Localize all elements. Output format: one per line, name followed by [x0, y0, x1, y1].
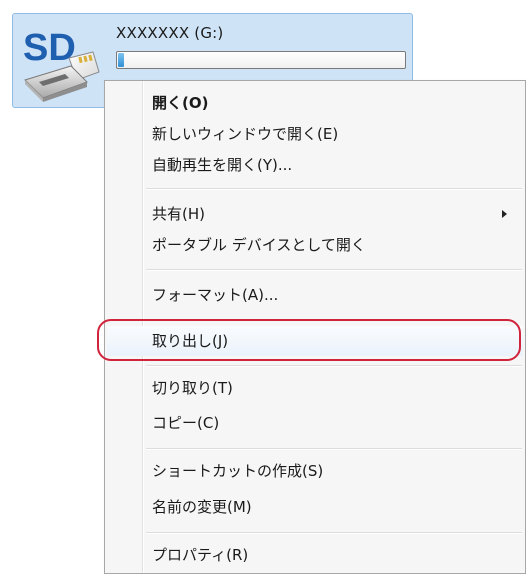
- menu-item-label: ポータブル デバイスとして開く: [152, 236, 366, 254]
- menu-item-properties[interactable]: プロパティ(R): [107, 540, 523, 570]
- menu-item-format[interactable]: フォーマット(A)...: [107, 280, 523, 310]
- menu-item-label: 自動再生を開く(Y)...: [152, 156, 293, 174]
- menu-item-open-as-portable-device[interactable]: ポータブル デバイスとして開く: [107, 230, 523, 260]
- menu-item-label: 共有(H): [152, 205, 205, 223]
- drive-name: XXXXXXX (G:): [116, 24, 224, 42]
- menu-item-share[interactable]: 共有(H): [107, 199, 523, 229]
- menu-item-label: コピー(C): [152, 414, 220, 432]
- menu-separator: [146, 188, 522, 190]
- menu-separator: [146, 365, 522, 367]
- menu-item-label: 切り取り(T): [152, 379, 233, 397]
- menu-separator: [146, 448, 522, 450]
- explorer-view: SD XXXXXXX (G:) 開く(O) 新しいウィンドウで開く(E) 自動再…: [0, 0, 526, 574]
- menu-item-open-new-window[interactable]: 新しいウィンドウで開く(E): [107, 119, 523, 149]
- menu-item-create-shortcut[interactable]: ショートカットの作成(S): [107, 456, 523, 486]
- menu-separator: [146, 532, 522, 534]
- context-menu: 開く(O) 新しいウィンドウで開く(E) 自動再生を開く(Y)... 共有(H)…: [104, 80, 526, 574]
- submenu-arrow-icon: [502, 210, 507, 218]
- menu-item-open[interactable]: 開く(O): [107, 88, 523, 118]
- menu-item-label: 名前の変更(M): [152, 498, 252, 516]
- menu-item-eject[interactable]: 取り出し(J): [107, 326, 523, 356]
- sd-icon-label: SD: [23, 27, 76, 69]
- capacity-fill: [118, 53, 124, 67]
- menu-item-copy[interactable]: コピー(C): [107, 408, 523, 438]
- menu-separator: [146, 269, 522, 271]
- menu-item-open-autoplay[interactable]: 自動再生を開く(Y)...: [107, 150, 523, 180]
- menu-item-label: ショートカットの作成(S): [152, 462, 324, 480]
- menu-item-label: 開く(O): [152, 94, 209, 112]
- menu-item-label: 取り出し(J): [152, 332, 229, 350]
- menu-item-cut[interactable]: 切り取り(T): [107, 373, 523, 403]
- capacity-bar: [116, 51, 406, 69]
- menu-item-label: プロパティ(R): [152, 546, 249, 564]
- menu-item-label: フォーマット(A)...: [152, 286, 279, 304]
- sd-card-reader-icon: SD: [23, 27, 100, 102]
- menu-item-rename[interactable]: 名前の変更(M): [107, 492, 523, 522]
- menu-item-label: 新しいウィンドウで開く(E): [152, 125, 339, 143]
